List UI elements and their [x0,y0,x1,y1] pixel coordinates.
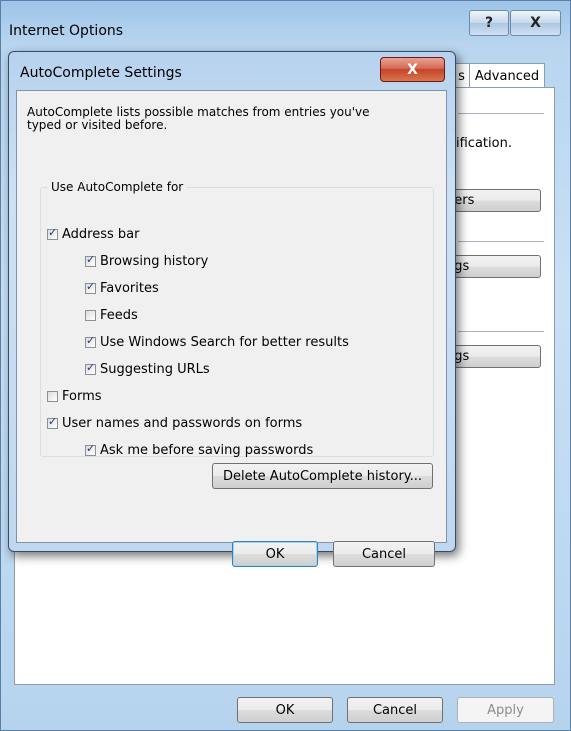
favorites-checkbox[interactable] [85,280,96,294]
help-button[interactable]: ? [469,10,509,36]
feeds-label: Feeds [100,308,138,323]
windows-search-label: Use Windows Search for better results [100,335,349,350]
close-icon: X [407,61,418,78]
publishers-button[interactable]: hers [442,189,541,212]
dialog-title: AutoComplete Settings [20,65,182,81]
tab-advanced[interactable]: Advanced [469,63,545,88]
ask-before-saving-checkbox-row[interactable]: Ask me before saving passwords [85,442,314,458]
dialog-ok-button[interactable]: OK [232,541,318,567]
close-icon: X [530,15,541,31]
address-bar-label: Address bar [62,227,140,242]
delete-autocomplete-history-button[interactable]: Delete AutoComplete history... [212,463,433,489]
feeds-checkbox[interactable] [85,310,96,321]
section-divider [458,241,544,242]
user-names-label: User names and passwords on forms [62,416,303,431]
user-names-checkbox[interactable] [47,415,58,429]
feeds-settings-button[interactable]: ngs [442,345,541,368]
section-divider [458,331,544,332]
group-label: Use AutoComplete for [48,180,187,194]
dialog-body: AutoComplete lists possible matches from… [16,90,447,567]
dialog-cancel-button[interactable]: Cancel [333,541,435,567]
favorites-label: Favorites [100,281,159,296]
dialog-description: AutoComplete lists possible matches from… [27,105,370,132]
suggesting-urls-checkbox-row[interactable]: Suggesting URLs [85,361,210,377]
ask-before-saving-label: Ask me before saving passwords [100,443,314,458]
help-icon: ? [484,15,494,31]
certificates-text: ification. [456,136,512,151]
forms-checkbox-row[interactable]: Forms [47,389,102,404]
forms-checkbox[interactable] [47,391,58,402]
section-divider [458,113,544,114]
address-bar-checkbox[interactable] [47,226,58,240]
feeds-checkbox-row[interactable]: Feeds [85,308,138,323]
browsing-history-checkbox-row[interactable]: Browsing history [85,253,209,269]
browsing-history-label: Browsing history [100,254,209,269]
cancel-button[interactable]: Cancel [347,697,443,723]
user-names-checkbox-row[interactable]: User names and passwords on forms [47,415,303,431]
suggesting-urls-label: Suggesting URLs [100,362,210,377]
autocomplete-settings-dialog: AutoComplete Settings X AutoComplete lis… [8,51,456,567]
window-title: Internet Options [9,23,124,39]
forms-label: Forms [62,389,102,404]
address-bar-checkbox-row[interactable]: Address bar [47,226,140,242]
close-window-button[interactable]: X [510,10,561,36]
suggesting-urls-checkbox[interactable] [85,361,96,375]
autocomplete-settings-button[interactable]: ngs [442,255,541,278]
browsing-history-checkbox[interactable] [85,253,96,267]
dialog-close-button[interactable]: X [380,57,445,82]
favorites-checkbox-row[interactable]: Favorites [85,280,159,296]
windows-search-checkbox[interactable] [85,334,96,348]
windows-search-checkbox-row[interactable]: Use Windows Search for better results [85,334,349,350]
ask-before-saving-checkbox[interactable] [85,442,96,456]
apply-button[interactable]: Apply [457,697,554,723]
ok-button[interactable]: OK [237,697,333,723]
